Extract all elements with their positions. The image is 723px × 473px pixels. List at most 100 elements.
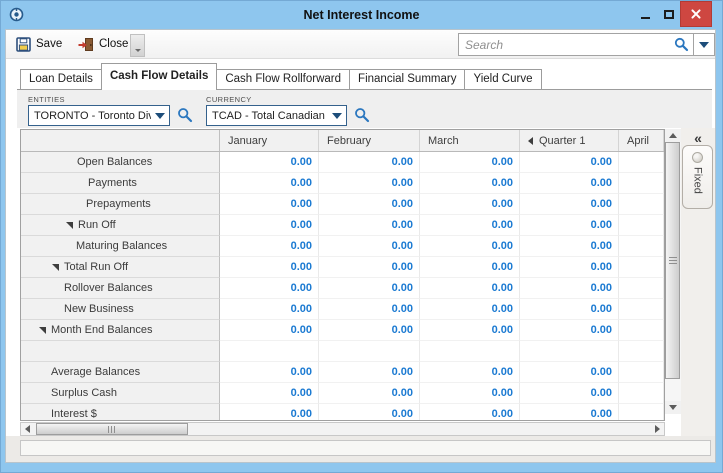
grid-cell[interactable] — [619, 173, 664, 194]
grid-cell[interactable]: 0.00 — [420, 362, 520, 383]
row-header-cell[interactable]: Payments — [21, 173, 220, 194]
grid-cell[interactable]: 0.00 — [319, 278, 420, 299]
grid-cell[interactable]: 0.00 — [220, 173, 319, 194]
currency-dropdown-button[interactable] — [328, 113, 346, 119]
grid-cell[interactable]: 0.00 — [220, 152, 319, 173]
row-header-cell[interactable]: Interest $ — [21, 404, 220, 421]
grid-cell[interactable] — [619, 362, 664, 383]
grid-cell[interactable]: 0.00 — [220, 278, 319, 299]
entities-dropdown-button[interactable] — [151, 113, 169, 119]
grid-cell[interactable] — [619, 320, 664, 341]
grid-cell[interactable]: 0.00 — [319, 299, 420, 320]
grid-cell[interactable] — [619, 404, 664, 421]
grid-cell[interactable]: 0.00 — [319, 215, 420, 236]
grid-cell[interactable]: 0.00 — [520, 152, 619, 173]
search-dropdown-button[interactable] — [693, 34, 714, 55]
grid-cell[interactable] — [220, 341, 319, 362]
column-header-march[interactable]: March — [420, 130, 520, 151]
grid-cell[interactable]: 0.00 — [520, 299, 619, 320]
grid-cell[interactable]: 0.00 — [520, 383, 619, 404]
grid-cell[interactable]: 0.00 — [420, 236, 520, 257]
scroll-up-button[interactable] — [665, 129, 681, 142]
grid-cell[interactable] — [420, 341, 520, 362]
row-header-cell[interactable]: Total Run Off — [21, 257, 220, 278]
grid-cell[interactable]: 0.00 — [319, 404, 420, 421]
grid-cell[interactable]: 0.00 — [520, 362, 619, 383]
grid-cell[interactable] — [619, 383, 664, 404]
grid-cell[interactable]: 0.00 — [520, 320, 619, 341]
vertical-scrollbar[interactable] — [665, 129, 681, 414]
tab-cash-flow-rollforward[interactable]: Cash Flow Rollforward — [217, 69, 350, 90]
grid-cell[interactable]: 0.00 — [520, 257, 619, 278]
grid-cell[interactable]: 0.00 — [220, 404, 319, 421]
save-button[interactable]: Save — [10, 32, 68, 56]
entities-combobox[interactable]: TORONTO - Toronto Div — [28, 105, 170, 126]
toolbar-overflow-button[interactable] — [130, 34, 145, 57]
grid-cell[interactable] — [619, 215, 664, 236]
grid-cell[interactable]: 0.00 — [420, 383, 520, 404]
grid-cell[interactable] — [520, 341, 619, 362]
grid-cell[interactable] — [619, 257, 664, 278]
scroll-left-button[interactable] — [21, 423, 34, 435]
grid-cell[interactable]: 0.00 — [220, 320, 319, 341]
grid-cell[interactable] — [619, 299, 664, 320]
grid-cell[interactable] — [619, 341, 664, 362]
grid-cell[interactable]: 0.00 — [520, 278, 619, 299]
currency-search-button[interactable] — [354, 107, 370, 123]
grid-cell[interactable]: 0.00 — [520, 173, 619, 194]
grid-cell[interactable]: 0.00 — [220, 299, 319, 320]
column-header-february[interactable]: February — [319, 130, 420, 151]
grid-cell[interactable]: 0.00 — [319, 236, 420, 257]
collapse-panel-button[interactable]: « — [681, 130, 715, 146]
grid-cell[interactable]: 0.00 — [420, 152, 520, 173]
maximize-button[interactable] — [658, 1, 680, 27]
grid-cell[interactable]: 0.00 — [319, 362, 420, 383]
grid-cell[interactable]: 0.00 — [420, 320, 520, 341]
grid-cell[interactable]: 0.00 — [220, 383, 319, 404]
grid-cell[interactable] — [619, 152, 664, 173]
grid-cell[interactable]: 0.00 — [420, 278, 520, 299]
row-header-cell[interactable]: Surplus Cash — [21, 383, 220, 404]
grid-cell[interactable]: 0.00 — [520, 236, 619, 257]
entities-search-button[interactable] — [177, 107, 193, 123]
currency-combobox[interactable]: TCAD - Total Canadian D — [206, 105, 347, 126]
close-toolbar-button[interactable]: Close — [72, 32, 134, 56]
grid-cell[interactable] — [619, 278, 664, 299]
grid-cell[interactable] — [619, 236, 664, 257]
row-header-cell[interactable]: New Business — [21, 299, 220, 320]
collapse-quarter-icon[interactable] — [528, 137, 533, 145]
tab-yield-curve[interactable]: Yield Curve — [465, 69, 541, 90]
scroll-right-button[interactable] — [651, 423, 664, 435]
grid-cell[interactable]: 0.00 — [520, 404, 619, 421]
row-header-cell[interactable]: Average Balances — [21, 362, 220, 383]
horizontal-scrollbar-thumb[interactable] — [36, 423, 188, 435]
grid-cell[interactable]: 0.00 — [220, 236, 319, 257]
grid-cell[interactable]: 0.00 — [420, 194, 520, 215]
grid-cell[interactable]: 0.00 — [319, 173, 420, 194]
grid-cell[interactable]: 0.00 — [220, 194, 319, 215]
scroll-down-button[interactable] — [665, 401, 681, 414]
column-header-january[interactable]: January — [220, 130, 319, 151]
grid-cell[interactable]: 0.00 — [220, 362, 319, 383]
tab-cash-flow-details[interactable]: Cash Flow Details — [101, 63, 217, 90]
tab-financial-summary[interactable]: Financial Summary — [350, 69, 465, 90]
tab-loan-details[interactable]: Loan Details — [20, 69, 102, 90]
row-header-cell[interactable]: Open Balances — [21, 152, 220, 173]
search-input[interactable] — [459, 38, 672, 52]
grid-cell[interactable]: 0.00 — [319, 320, 420, 341]
grid-cell[interactable]: 0.00 — [520, 194, 619, 215]
row-header-cell[interactable]: Rollover Balances — [21, 278, 220, 299]
row-header-cell[interactable]: Prepayments — [21, 194, 220, 215]
horizontal-scrollbar[interactable] — [20, 422, 665, 436]
grid-cell[interactable]: 0.00 — [420, 257, 520, 278]
grid-cell[interactable]: 0.00 — [319, 194, 420, 215]
row-header-cell[interactable]: Maturing Balances — [21, 236, 220, 257]
row-expander-icon[interactable] — [52, 264, 59, 271]
column-header-april[interactable]: April — [619, 130, 664, 151]
grid-cell[interactable] — [319, 341, 420, 362]
row-header-cell[interactable] — [21, 341, 220, 362]
row-expander-icon[interactable] — [66, 222, 73, 229]
grid-cell[interactable]: 0.00 — [220, 215, 319, 236]
grid-cell[interactable]: 0.00 — [420, 215, 520, 236]
fixed-tab[interactable]: Fixed — [682, 145, 713, 209]
